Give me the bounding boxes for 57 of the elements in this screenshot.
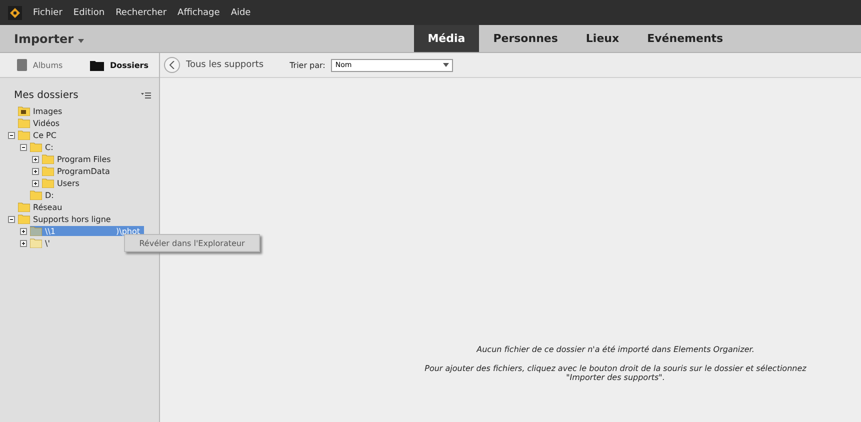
import-menu[interactable]: Importer: [0, 32, 84, 46]
folder-icon: [42, 154, 54, 164]
tab[interactable]: Evénements: [633, 25, 738, 52]
caret-icon: [78, 38, 84, 42]
book-icon: [16, 59, 27, 71]
empty-message: Pour ajouter des fichiers, cliquez avec le bouton droit de la souris sur le dossier et sélectionnez "Importer des supports".: [424, 364, 808, 382]
list-options-icon[interactable]: [141, 92, 151, 99]
expand-icon[interactable]: [20, 240, 27, 246]
folder-icon: [18, 118, 30, 128]
tree-item[interactable]: D:: [30, 190, 58, 200]
tree-item[interactable]: Users: [42, 178, 84, 188]
expand-icon[interactable]: [32, 168, 39, 174]
empty-message: Aucun fichier de ce dossier n'a été importé dans Elements Organizer.: [476, 345, 754, 354]
folder-icon: [42, 166, 54, 176]
chevron-left-icon: [169, 61, 175, 69]
tab[interactable]: Lieux: [572, 25, 634, 52]
back-button[interactable]: [164, 57, 180, 73]
tree-item[interactable]: ProgramData: [42, 166, 114, 176]
tree-item[interactable]: Program Files: [42, 154, 115, 164]
folder-icon: [18, 130, 30, 140]
sidebar-tab[interactable]: Albums: [0, 53, 80, 77]
folder-icon: [30, 142, 42, 152]
expand-icon[interactable]: [32, 156, 39, 162]
tree-item[interactable]: C:: [30, 142, 58, 152]
menu-item[interactable]: Affichage: [178, 8, 220, 18]
folder-icon: [30, 226, 42, 236]
panel-title: Mes dossiers: [14, 90, 78, 101]
folder-icon: [30, 238, 42, 248]
tab[interactable]: Personnes: [479, 25, 572, 52]
tab[interactable]: Média: [414, 25, 480, 52]
sort-label: Trier par:: [290, 60, 326, 70]
collapse-icon[interactable]: [20, 144, 27, 150]
tree-item[interactable]: Ce PC: [18, 130, 60, 140]
menu-item[interactable]: Aide: [230, 8, 251, 18]
tree-item[interactable]: \': [30, 238, 54, 248]
context-menu-item[interactable]: Révéler dans l'Explorateur: [124, 234, 260, 252]
tree-item[interactable]: Supports hors ligne: [18, 214, 115, 224]
tree-item[interactable]: Images: [18, 106, 66, 116]
collapse-icon[interactable]: [8, 216, 15, 222]
folder-icon: [42, 178, 54, 188]
sidebar-tab[interactable]: Dossiers: [80, 53, 159, 77]
tree-item[interactable]: Vidéos: [18, 118, 64, 128]
folder-icon: [90, 60, 104, 70]
app-logo-icon: [8, 6, 22, 20]
folder-icon: [18, 202, 30, 212]
expand-icon[interactable]: [32, 180, 39, 186]
collapse-icon[interactable]: [8, 132, 15, 138]
menu-item[interactable]: Edition: [73, 8, 105, 18]
folder-icon: [18, 214, 30, 224]
expand-icon[interactable]: [20, 228, 27, 234]
breadcrumb: Tous les supports: [186, 60, 264, 70]
menu-item[interactable]: Rechercher: [116, 8, 167, 18]
pictures-folder-icon: [18, 106, 30, 116]
folder-icon: [30, 190, 42, 200]
caret-icon: [443, 63, 450, 67]
menu-item[interactable]: Fichier: [33, 8, 62, 18]
tree-item[interactable]: Réseau: [18, 202, 66, 212]
